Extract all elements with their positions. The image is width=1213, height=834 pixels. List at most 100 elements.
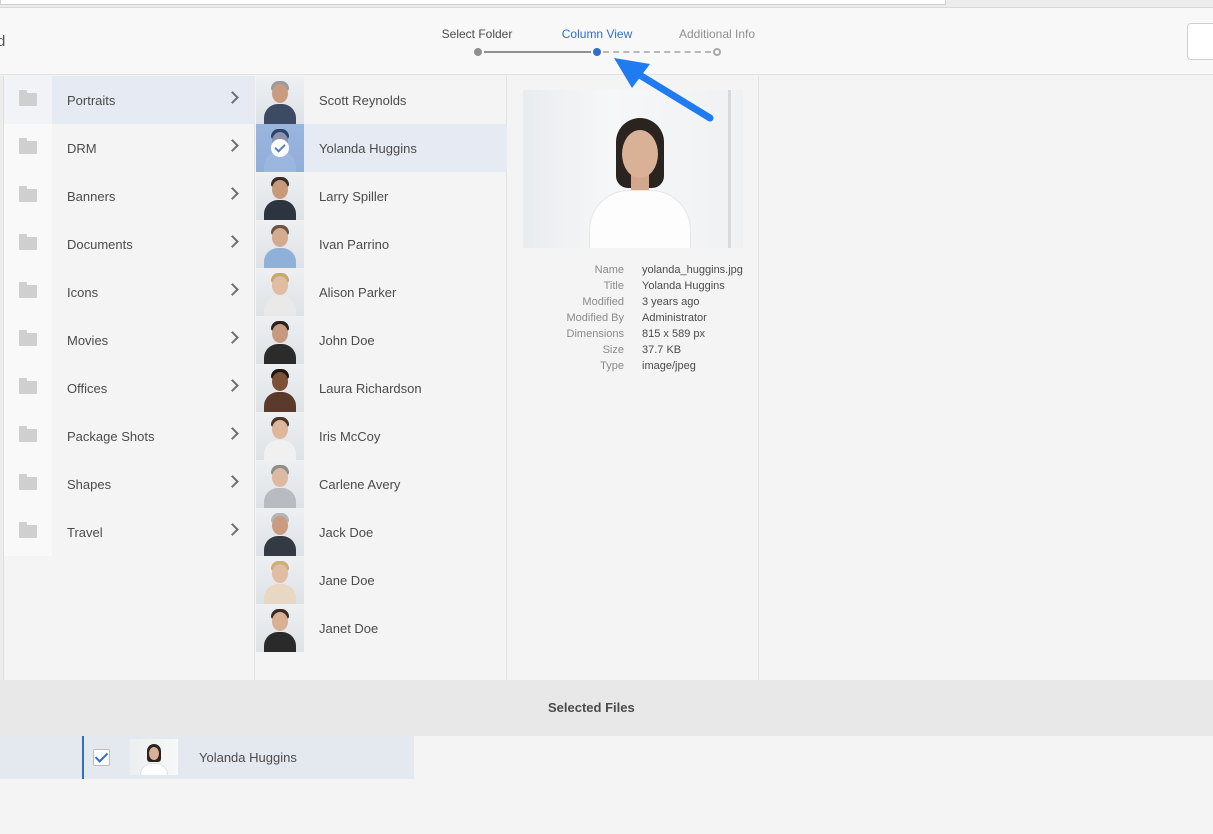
asset-item[interactable]: Iris McCoy <box>256 412 507 460</box>
folder-icon <box>19 426 37 442</box>
folder-item-drm[interactable]: DRM <box>4 124 255 172</box>
folder-icon <box>19 138 37 154</box>
folder-item-travel[interactable]: Travel <box>4 508 255 556</box>
metadata-row: Name yolanda_huggins.jpg <box>508 264 759 280</box>
asset-item[interactable]: Alison Parker <box>256 268 507 316</box>
asset-thumbnail <box>256 508 304 556</box>
metadata-value: image/jpeg <box>642 360 696 372</box>
folder-thumbnail <box>4 460 52 508</box>
chevron-right-icon <box>226 187 239 200</box>
header-cut-title: d <box>0 33 6 50</box>
address-field[interactable] <box>0 0 946 5</box>
chevron-right-icon <box>226 331 239 344</box>
asset-thumbnail <box>256 556 304 604</box>
selected-file-item[interactable]: Yolanda Huggins <box>0 736 414 779</box>
asset-label: Carlene Avery <box>319 477 401 492</box>
folder-column: Portraits DRM Banners Documents Icons Movies O… <box>4 76 255 680</box>
folder-label: Package Shots <box>67 429 155 444</box>
details-column: Name yolanda_huggins.jpg Title Yolanda Hugg… <box>508 76 759 680</box>
chevron-right-icon <box>226 427 239 440</box>
asset-thumbnail <box>256 364 304 412</box>
folder-icon <box>19 282 37 298</box>
top-strip <box>0 0 1213 8</box>
asset-label: Ivan Parrino <box>319 237 390 252</box>
chevron-right-icon <box>226 91 239 104</box>
folder-thumbnail <box>4 172 52 220</box>
folder-icon <box>19 474 37 490</box>
step-select-folder[interactable]: Select Folder <box>442 27 513 41</box>
folder-item-offices[interactable]: Offices <box>4 364 255 412</box>
folder-item-icons[interactable]: Icons <box>4 268 255 316</box>
folder-thumbnail <box>4 220 52 268</box>
metadata-key: Modified By <box>566 312 624 324</box>
selected-files-bar: Selected Files <box>0 680 1213 736</box>
folder-item-banners[interactable]: Banners <box>4 172 255 220</box>
metadata-row: Modified 3 years ago <box>508 296 759 312</box>
asset-thumbnail <box>256 268 304 316</box>
asset-label: Yolanda Huggins <box>319 141 417 156</box>
asset-item[interactable]: Jack Doe <box>256 508 507 556</box>
asset-item[interactable]: Carlene Avery <box>256 460 507 508</box>
folder-icon <box>19 186 37 202</box>
metadata-key: Name <box>594 264 624 276</box>
asset-thumbnail <box>256 316 304 364</box>
selected-file-thumbnail <box>130 739 178 775</box>
asset-item[interactable]: Laura Richardson <box>256 364 507 412</box>
asset-item[interactable]: Scott Reynolds <box>256 76 507 124</box>
folder-label: Icons <box>67 285 99 300</box>
asset-column: Scott Reynolds Yolanda Huggins Larry Spill… <box>256 76 507 680</box>
folder-icon <box>19 522 37 538</box>
step-column-view[interactable]: Column View <box>562 27 632 41</box>
step-progress-line-done <box>484 51 591 53</box>
folder-thumbnail <box>4 364 52 412</box>
asset-label: Jane Doe <box>319 573 375 588</box>
asset-item[interactable]: Jane Doe <box>256 556 507 604</box>
chevron-right-icon <box>226 523 239 536</box>
empty-column <box>760 76 1213 680</box>
metadata-row: Title Yolanda Huggins <box>508 280 759 296</box>
folder-label: DRM <box>67 141 97 156</box>
folder-item-documents[interactable]: Documents <box>4 220 255 268</box>
metadata-value: Administrator <box>642 312 707 324</box>
folder-item-portraits[interactable]: Portraits <box>4 76 255 124</box>
step-additional-info[interactable]: Additional Info <box>679 27 755 41</box>
folder-item-movies[interactable]: Movies <box>4 316 255 364</box>
selected-files-title: Selected Files <box>548 700 635 715</box>
asset-item[interactable]: Larry Spiller <box>256 172 507 220</box>
folder-thumbnail <box>4 268 52 316</box>
header-action-button[interactable] <box>1187 23 1213 60</box>
selected-file-label: Yolanda Huggins <box>199 750 297 765</box>
asset-item[interactable]: Ivan Parrino <box>256 220 507 268</box>
metadata-row: Size 37.7 KB <box>508 344 759 360</box>
step-dot-select-folder <box>474 48 482 56</box>
metadata-key: Modified <box>582 296 624 308</box>
metadata-value: 37.7 KB <box>642 344 682 356</box>
asset-label: Iris McCoy <box>319 429 381 444</box>
asset-thumbnail <box>256 124 304 172</box>
metadata-row: Modified By Administrator <box>508 312 759 328</box>
metadata-row: Dimensions 815 x 589 px <box>508 328 759 344</box>
checkmark-icon[interactable] <box>271 139 289 157</box>
metadata-row: Type image/jpeg <box>508 360 759 376</box>
folder-item-package-shots[interactable]: Package Shots <box>4 412 255 460</box>
folder-icon <box>19 330 37 346</box>
asset-thumbnail <box>256 604 304 652</box>
step-progress-line-pending <box>603 51 711 53</box>
folder-label: Banners <box>67 189 116 204</box>
folder-label: Offices <box>67 381 108 396</box>
metadata-value: 815 x 589 px <box>642 328 705 340</box>
folder-thumbnail <box>4 316 52 364</box>
asset-item[interactable]: Yolanda Huggins <box>256 124 507 172</box>
folder-label: Travel <box>67 525 103 540</box>
selected-file-checkbox[interactable] <box>93 749 110 766</box>
asset-thumbnail <box>256 172 304 220</box>
step-dot-column-view <box>593 48 601 56</box>
step-dot-additional-info <box>713 48 721 56</box>
folder-icon <box>19 234 37 250</box>
folder-icon <box>19 90 37 106</box>
asset-item[interactable]: Janet Doe <box>256 604 507 652</box>
metadata-key: Size <box>602 344 624 356</box>
folder-item-shapes[interactable]: Shapes <box>4 460 255 508</box>
asset-thumbnail <box>256 460 304 508</box>
asset-item[interactable]: John Doe <box>256 316 507 364</box>
